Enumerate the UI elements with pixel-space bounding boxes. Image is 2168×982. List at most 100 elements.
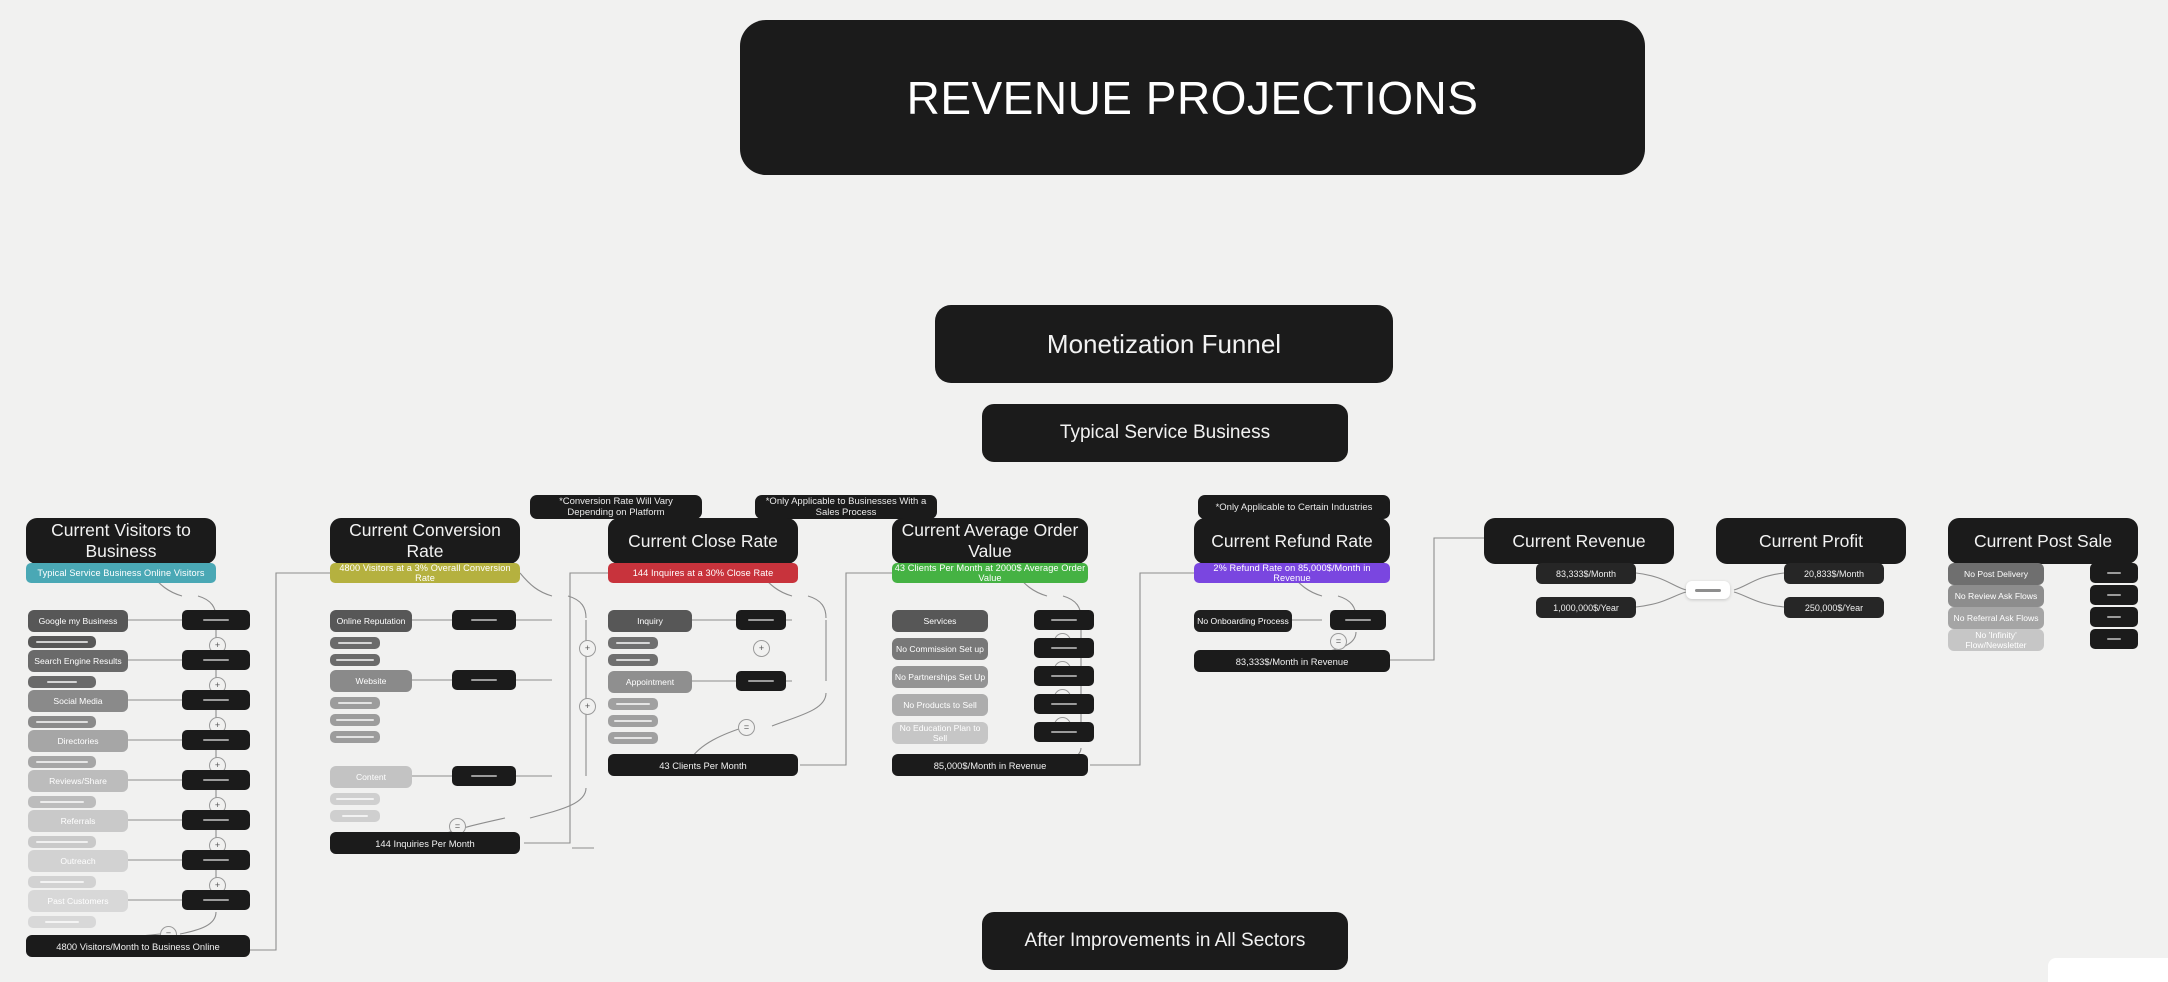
list-item[interactable]: Past Customers	[28, 890, 128, 912]
detail-bar	[330, 731, 380, 743]
list-item[interactable]: No Onboarding Process	[1194, 610, 1292, 632]
operator-plus: +	[579, 698, 596, 715]
detail-bar	[330, 793, 380, 805]
note-certain-industries: *Only Applicable to Certain Industries	[1198, 495, 1390, 519]
detail-bar	[608, 732, 658, 744]
column-heading-aov[interactable]: Current Average Order Value	[892, 518, 1088, 564]
revenue-yearly[interactable]: 1,000,000$/Year	[1536, 597, 1636, 618]
value-chip[interactable]	[736, 610, 786, 630]
column-heading-visitors[interactable]: Current Visitors to Business	[26, 518, 216, 564]
detail-bar	[28, 876, 96, 888]
column-total-refund[interactable]: 83,333$/Month in Revenue	[1194, 650, 1390, 672]
column-banner-close[interactable]: 144 Inquires at a 30% Close Rate	[608, 563, 798, 583]
value-chip[interactable]	[182, 650, 250, 670]
detail-bar	[608, 637, 658, 649]
column-heading-profit[interactable]: Current Profit	[1716, 518, 1906, 564]
value-chip[interactable]	[182, 850, 250, 870]
column-banner-refund[interactable]: 2% Refund Rate on 85,000$/Month in Reven…	[1194, 563, 1390, 583]
list-item[interactable]: Search Engine Results	[28, 650, 128, 672]
page-title: REVENUE PROJECTIONS	[740, 20, 1645, 175]
value-chip[interactable]	[452, 670, 516, 690]
list-item[interactable]: No Education Plan to Sell	[892, 722, 988, 744]
list-item[interactable]: Website	[330, 670, 412, 692]
profit-monthly[interactable]: 20,833$/Month	[1784, 563, 1884, 584]
value-chip[interactable]	[182, 730, 250, 750]
mindmap-canvas: REVENUE PROJECTIONS Monetization Funnel …	[0, 0, 2168, 982]
detail-bar	[28, 756, 96, 768]
revenue-monthly[interactable]: 83,333$/Month	[1536, 563, 1636, 584]
detail-bar	[330, 697, 380, 709]
value-chip[interactable]	[2090, 585, 2138, 605]
list-item[interactable]: Social Media	[28, 690, 128, 712]
value-chip[interactable]	[2090, 629, 2138, 649]
column-banner-conversion[interactable]: 4800 Visitors at a 3% Overall Conversion…	[330, 563, 520, 583]
column-heading-post-sale[interactable]: Current Post Sale	[1948, 518, 2138, 564]
value-chip[interactable]	[1034, 694, 1094, 714]
column-heading-close[interactable]: Current Close Rate	[608, 518, 798, 564]
detail-bar	[608, 654, 658, 666]
value-chip[interactable]	[2090, 563, 2138, 583]
value-chip[interactable]	[1034, 666, 1094, 686]
detail-bar	[330, 810, 380, 822]
list-item[interactable]: Referrals	[28, 810, 128, 832]
value-chip[interactable]	[1034, 722, 1094, 742]
detail-bar	[330, 637, 380, 649]
list-item[interactable]: Content	[330, 766, 412, 788]
list-item[interactable]: Services	[892, 610, 988, 632]
value-chip[interactable]	[452, 610, 516, 630]
list-item[interactable]: Inquiry	[608, 610, 692, 632]
operator-equals: =	[738, 719, 755, 736]
value-chip[interactable]	[1034, 610, 1094, 630]
list-item[interactable]: No Commission Set up	[892, 638, 988, 660]
column-total-aov[interactable]: 85,000$/Month in Revenue	[892, 754, 1088, 776]
value-chip[interactable]	[1330, 610, 1386, 630]
list-item[interactable]: Online Reputation	[330, 610, 412, 632]
column-heading-conversion[interactable]: Current Conversion Rate	[330, 518, 520, 564]
detail-bar	[28, 636, 96, 648]
detail-bar	[330, 654, 380, 666]
column-total-visitors[interactable]: 4800 Visitors/Month to Business Online	[26, 935, 250, 957]
list-item[interactable]: No Products to Sell	[892, 694, 988, 716]
list-item[interactable]: Reviews/Share	[28, 770, 128, 792]
list-item[interactable]: No 'Infinity' Flow/Newsletter	[1948, 629, 2044, 651]
column-heading-revenue[interactable]: Current Revenue	[1484, 518, 1674, 564]
value-chip[interactable]	[452, 766, 516, 786]
operator-minus: =	[1330, 633, 1347, 650]
detail-bar	[28, 836, 96, 848]
value-chip[interactable]	[182, 890, 250, 910]
list-item[interactable]: Directories	[28, 730, 128, 752]
value-chip[interactable]	[182, 770, 250, 790]
column-banner-visitors[interactable]: Typical Service Business Online Visitors	[26, 563, 216, 583]
detail-bar	[28, 916, 96, 928]
value-chip[interactable]	[1034, 638, 1094, 658]
list-item[interactable]: Appointment	[608, 671, 692, 693]
list-item[interactable]: Google my Business	[28, 610, 128, 632]
detail-bar	[28, 676, 96, 688]
detail-bar	[28, 796, 96, 808]
value-chip[interactable]	[2090, 607, 2138, 627]
column-heading-refund[interactable]: Current Refund Rate	[1194, 518, 1390, 564]
value-chip[interactable]	[182, 690, 250, 710]
value-chip[interactable]	[182, 810, 250, 830]
value-chip[interactable]	[736, 671, 786, 691]
operator-plus: +	[753, 640, 770, 657]
list-item[interactable]: No Post Delivery	[1948, 563, 2044, 585]
monetization-funnel-node[interactable]: Monetization Funnel	[935, 305, 1393, 383]
column-total-close[interactable]: 43 Clients Per Month	[608, 754, 798, 776]
list-item[interactable]: No Review Ask Flows	[1948, 585, 2044, 607]
detail-bar	[28, 716, 96, 728]
column-banner-aov[interactable]: 43 Clients Per Month at 2000$ Average Or…	[892, 563, 1088, 583]
column-total-conversion[interactable]: 144 Inquiries Per Month	[330, 832, 520, 854]
list-item[interactable]: Outreach	[28, 850, 128, 872]
value-chip[interactable]	[182, 610, 250, 630]
typical-service-business-node[interactable]: Typical Service Business	[982, 404, 1348, 462]
equals-node	[1686, 581, 1730, 599]
profit-yearly[interactable]: 250,000$/Year	[1784, 597, 1884, 618]
detail-bar	[608, 715, 658, 727]
list-item[interactable]: No Partnerships Set Up	[892, 666, 988, 688]
list-item[interactable]: No Referral Ask Flows	[1948, 607, 2044, 629]
after-improvements-node[interactable]: After Improvements in All Sectors	[982, 912, 1348, 970]
operator-plus: +	[579, 640, 596, 657]
note-conversion-rate: *Conversion Rate Will Vary Depending on …	[530, 495, 702, 519]
detail-bar	[330, 714, 380, 726]
